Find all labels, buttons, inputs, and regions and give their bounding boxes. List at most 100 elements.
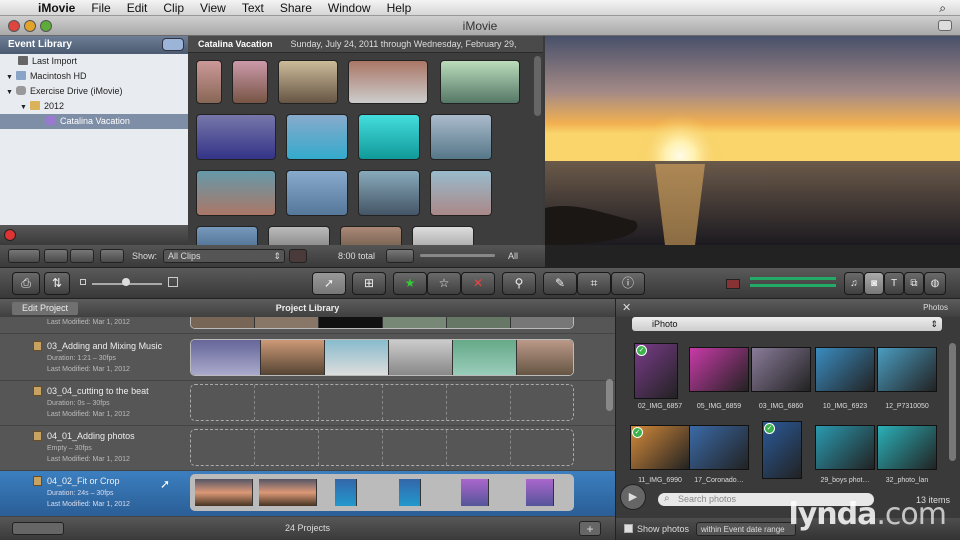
filmstrip-frame [325,340,389,375]
maps-browser-button[interactable]: ◍ [924,272,946,295]
menu-view[interactable]: View [192,1,234,15]
thumbnail-size-button[interactable] [386,249,414,263]
photo-thumbnail[interactable] [815,347,875,392]
event-clip-thumbnail[interactable] [348,60,428,104]
unmark-star-button[interactable]: ☆ [427,272,461,295]
tree-item-2012[interactable]: ▼ 2012 [0,99,188,114]
event-clip-thumbnail[interactable] [196,170,276,216]
project-row[interactable]: Last Modified: Mar 1, 2012 [0,317,615,334]
show-clips-select[interactable]: All Clips ⇕ [163,249,285,263]
project-filmstrip[interactable] [190,384,574,421]
event-clip-thumbnail[interactable] [286,114,348,160]
transitions-browser-button[interactable]: ⧉ [904,272,924,295]
event-clip-thumbnail[interactable] [196,226,258,245]
disclosure-triangle-icon[interactable]: ▼ [6,74,13,81]
project-row[interactable]: 03_04_cutting to the beat Duration: 0s –… [0,381,615,426]
swap-events-button[interactable]: ⇅ [44,272,70,295]
camera-import-button[interactable]: ⎙ [12,272,40,295]
event-clip-thumbnail[interactable] [358,170,420,216]
event-clip-thumbnail[interactable] [196,60,222,104]
event-clip-thumbnail[interactable] [440,60,520,104]
event-library-footer [0,225,188,245]
show-photos-checkbox[interactable] [624,524,633,533]
menu-clip[interactable]: Clip [155,1,192,15]
info-button[interactable]: ⓘ [611,272,645,295]
event-list-toggle-button[interactable] [8,249,40,263]
filmstrip-frame [319,385,383,420]
project-list-scrollbar[interactable] [606,379,613,411]
event-clip-thumbnail[interactable] [358,114,420,160]
menu-help[interactable]: Help [379,1,420,15]
disclosure-triangle-icon[interactable]: ▼ [6,89,13,96]
tree-item-label: Catalina Vacation [60,116,130,126]
play-event-button[interactable] [70,249,94,263]
date-range-select[interactable]: within Event date range [696,522,796,536]
music-browser-button[interactable]: ♫ [844,272,864,295]
tree-item-macintosh-hd[interactable]: ▼ Macintosh HD [0,69,188,84]
clip-size-slider-knob[interactable] [122,278,130,286]
close-panel-icon[interactable]: ✕ [622,301,631,314]
filmstrip-frame [383,430,447,465]
menu-file[interactable]: File [83,1,118,15]
titles-browser-button[interactable]: T [884,272,904,295]
event-browser-scrollbar[interactable] [534,56,541,116]
eyedropper-button[interactable]: ✎ [543,272,577,295]
event-clip-thumbnail[interactable] [430,114,492,160]
event-clip-thumbnail[interactable] [268,226,330,245]
reject-icon[interactable] [4,229,16,241]
project-filmstrip[interactable] [190,429,574,466]
thumbnail-slider[interactable] [420,254,495,257]
add-project-button[interactable]: + [579,521,601,536]
reject-button[interactable]: ✕ [461,272,495,295]
view-toggle-button[interactable] [162,38,184,51]
crop-button[interactable]: ⌗ [577,272,611,295]
lynda-watermark: lynda.com [788,497,947,532]
tree-item-exercise-drive[interactable]: ▼ Exercise Drive (iMovie) [0,84,188,99]
play-photos-button[interactable]: ▶ [620,484,646,510]
menu-window[interactable]: Window [320,1,379,15]
project-header: Edit Project Project Library [0,299,615,317]
project-row[interactable]: 04_01_Adding photos Empty – 30fps Last M… [0,426,615,471]
favorite-star-button[interactable]: ★ [393,272,427,295]
project-row-selected[interactable]: 04_02_Fit or Crop Duration: 24s – 30fps … [0,471,615,517]
add-to-project-button[interactable]: ⊞ [352,272,386,295]
menu-text[interactable]: Text [234,1,272,15]
zoom-icon[interactable] [100,249,124,263]
menu-app[interactable]: iMovie [30,1,83,15]
play-full-screen-button[interactable] [44,249,68,263]
tree-item-last-import[interactable]: Last Import [0,54,188,69]
fullscreen-button[interactable] [938,20,952,31]
voiceover-icon[interactable] [726,279,740,289]
event-clip-thumbnail[interactable] [286,170,348,216]
arrow-tool-button[interactable]: ➚ [312,272,346,295]
project-row[interactable]: 03_Adding and Mixing Music Duration: 1:2… [0,336,615,381]
event-clip-thumbnail[interactable] [430,170,492,216]
photos-browser-button[interactable]: ◙ [864,272,884,295]
tree-item-label: Exercise Drive (iMovie) [29,86,123,96]
photo-thumbnail[interactable] [877,425,937,470]
photo-thumbnail[interactable] [751,347,811,392]
keyword-button[interactable]: ⚲ [502,272,536,295]
filmstrip-frame [195,479,253,506]
photo-thumbnail[interactable] [877,347,937,392]
tree-item-catalina-vacation[interactable]: Catalina Vacation [0,114,188,129]
photo-thumbnail[interactable] [815,425,875,470]
event-clip-thumbnail[interactable] [232,60,268,104]
disclosure-triangle-icon[interactable]: ▼ [20,104,27,111]
event-clip-thumbnail[interactable] [340,226,402,245]
menu-edit[interactable]: Edit [119,1,156,15]
project-filmstrip[interactable] [190,474,574,511]
menu-share[interactable]: Share [272,1,320,15]
event-clip-thumbnail[interactable] [196,114,276,160]
photo-source-select[interactable]: iPhoto ⇕ [632,317,942,331]
event-clip-thumbnail[interactable] [278,60,338,104]
photo-thumbnail[interactable] [689,347,749,392]
project-filmstrip[interactable] [190,339,574,376]
audio-waveform-button[interactable] [289,249,307,263]
event-browser: Catalina Vacation Sunday, July 24, 2011 … [188,36,543,245]
photos-scrollbar[interactable] [949,343,956,461]
event-clip-thumbnail[interactable] [412,226,474,245]
project-filmstrip[interactable] [190,317,574,329]
photo-thumbnail[interactable] [689,425,749,470]
spotlight-icon[interactable]: ⌕ [939,1,946,16]
